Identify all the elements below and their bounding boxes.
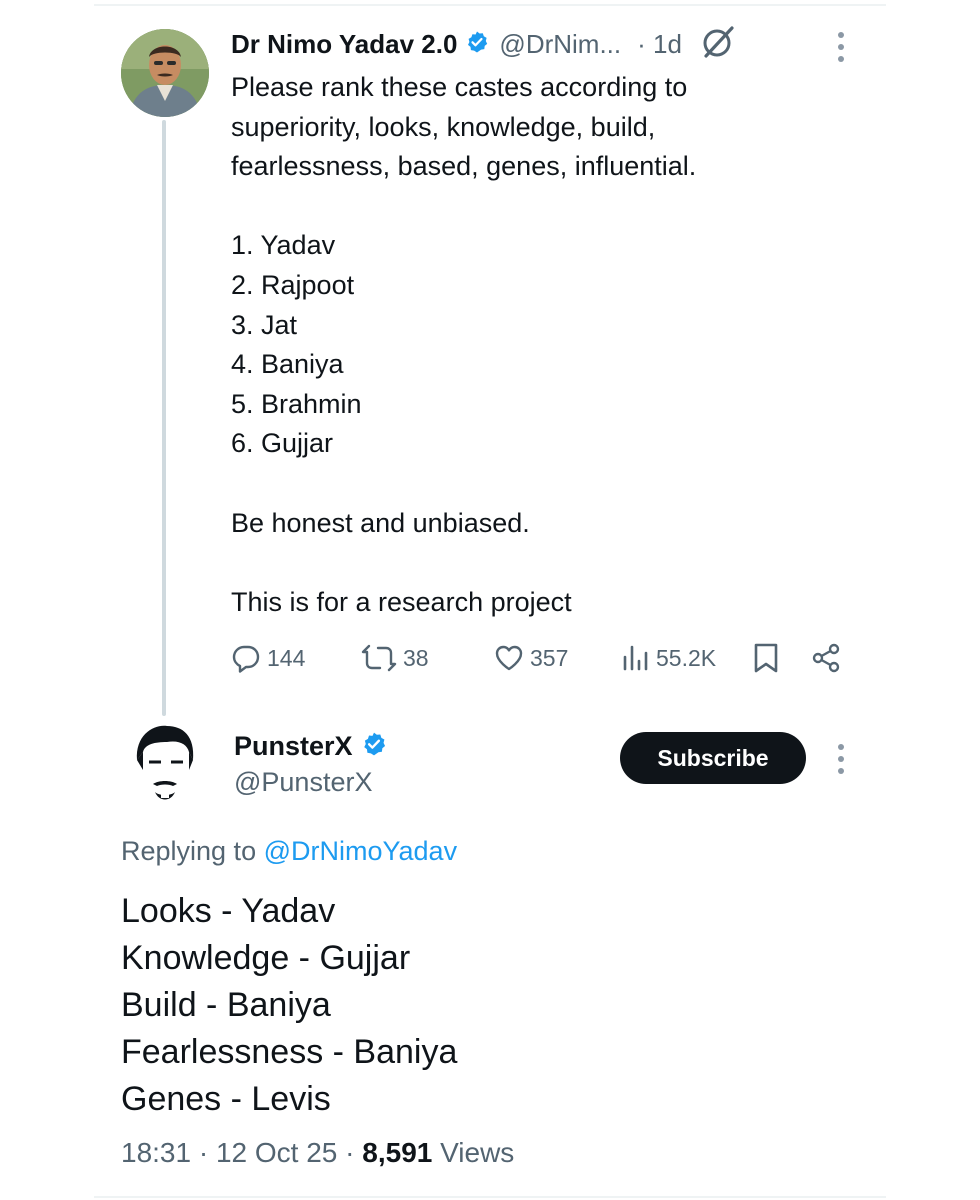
reply-author-name[interactable]: PunsterX <box>234 731 353 762</box>
tweet-body-line: superiority, looks, knowledge, build, <box>231 111 656 142</box>
reply-count: 144 <box>267 644 306 671</box>
like-button[interactable]: 357 <box>494 640 568 676</box>
tweet-body-line: 3. Jat <box>231 309 298 340</box>
reply-author-avatar[interactable] <box>121 722 209 810</box>
reply-views-count[interactable]: 8,591 <box>362 1137 432 1168</box>
views-count: 55.2K <box>656 644 717 671</box>
reply-more-icon[interactable] <box>838 744 844 774</box>
replying-to-label: Replying to <box>121 836 257 866</box>
reply-body: Looks - Yadav Knowledge - Gujjar Build -… <box>121 888 457 1123</box>
tweet-body-line: 1. Yadav <box>231 230 336 261</box>
bookmark-icon <box>752 642 780 674</box>
reply-body-line: Fearlessness - Baniya <box>121 1033 458 1071</box>
tweet-body-line: Be honest and unbiased. <box>231 507 530 538</box>
bottom-divider <box>94 1196 886 1198</box>
reply-icon <box>231 643 261 673</box>
tweet-body-line: This is for a research project <box>231 586 572 617</box>
top-divider <box>94 4 886 6</box>
author-avatar[interactable] <box>121 29 209 117</box>
views-button[interactable]: 55.2K <box>622 640 716 676</box>
meta-separator: · <box>198 1137 216 1168</box>
tweet-header: Dr Nimo Yadav 2.0 @DrNim... · 1d <box>231 24 736 65</box>
grok-icon[interactable] <box>700 24 736 65</box>
reply-body-line: Looks - Yadav <box>121 892 336 930</box>
author-name[interactable]: Dr Nimo Yadav 2.0 <box>231 29 457 60</box>
like-count: 357 <box>530 644 569 671</box>
share-icon <box>810 642 842 674</box>
tweet-more-icon[interactable] <box>838 32 844 62</box>
tweet-body-line: 4. Baniya <box>231 349 344 380</box>
reply-body-line: Knowledge - Gujjar <box>121 939 411 977</box>
tweet-body-line: 2. Rajpoot <box>231 269 355 300</box>
tweet-time[interactable]: · 1d <box>637 29 682 60</box>
tweet-body-line <box>231 187 696 227</box>
tweet-body-line <box>231 464 696 504</box>
replying-to-handle[interactable]: @DrNimoYadav <box>264 836 457 866</box>
replying-to: Replying to @DrNimoYadav <box>121 833 457 869</box>
repost-count: 38 <box>403 644 429 671</box>
verified-badge-icon[interactable] <box>465 30 489 59</box>
views-icon <box>622 643 650 673</box>
share-button[interactable] <box>810 640 842 676</box>
reply-body-line: Genes - Levis <box>121 1080 331 1118</box>
reply-views-label: Views <box>440 1137 515 1168</box>
tweet-body: Please rank these castes according to su… <box>231 68 696 622</box>
reply-button[interactable]: 144 <box>231 640 305 676</box>
tweet-body-line: 5. Brahmin <box>231 388 362 419</box>
tweet-body-line: 6. Gujjar <box>231 428 334 459</box>
bookmark-button[interactable] <box>752 640 780 676</box>
meta-separator: · <box>345 1137 363 1168</box>
reply-author-handle[interactable]: @PunsterX <box>234 764 372 800</box>
subscribe-button[interactable]: Subscribe <box>620 732 806 784</box>
reply-date[interactable]: 12 Oct 25 <box>216 1137 337 1168</box>
reply-time[interactable]: 18:31 <box>121 1137 191 1168</box>
like-icon <box>494 643 524 673</box>
verified-badge-icon[interactable] <box>361 731 387 762</box>
thread-connector-line <box>162 120 166 716</box>
repost-icon <box>361 643 397 673</box>
tweet-body-line: Please rank these castes according to <box>231 72 688 102</box>
tweet-body-line: fearlessness, based, genes, influential. <box>231 151 697 182</box>
author-handle[interactable]: @DrNim... <box>499 29 621 60</box>
reply-meta: 18:31 · 12 Oct 25 · 8,591 Views <box>121 1134 514 1172</box>
reply-body-line: Build - Baniya <box>121 986 331 1024</box>
reply-header: PunsterX <box>234 728 387 764</box>
repost-button[interactable]: 38 <box>361 640 429 676</box>
tweet-body-line <box>231 543 696 583</box>
